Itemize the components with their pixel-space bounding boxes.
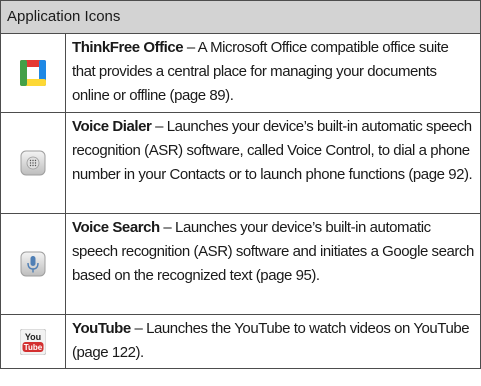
table-row: ThinkFree Office – A Microsoft Office co… xyxy=(1,34,480,113)
youtube-icon-you: You xyxy=(25,332,41,342)
row-description: ThinkFree Office – A Microsoft Office co… xyxy=(66,34,480,112)
app-description: – Launches the YouTube to watch videos o… xyxy=(72,320,470,361)
table-row: Voice Search – Launches your device’s bu… xyxy=(1,214,480,315)
row-description: Voice Search – Launches your device’s bu… xyxy=(66,214,480,314)
icon-cell xyxy=(1,113,66,213)
thinkfree-office-icon xyxy=(20,60,46,86)
icon-cell: You Tube xyxy=(1,315,66,368)
table-row: You Tube YouTube – Launches the YouTube … xyxy=(1,315,480,368)
icon-cell xyxy=(1,34,66,112)
row-description: YouTube – Launches the YouTube to watch … xyxy=(66,315,480,368)
youtube-icon-tube: Tube xyxy=(24,343,43,352)
table-header: Application Icons xyxy=(1,1,480,34)
app-name: Voice Search xyxy=(72,219,160,236)
voice-dialer-icon xyxy=(20,150,46,176)
table-row: Voice Dialer – Launches your device’s bu… xyxy=(1,113,480,214)
app-name: YouTube xyxy=(72,320,131,337)
app-name: Voice Dialer xyxy=(72,118,152,135)
application-icons-table: Application Icons ThinkFree Office – A M… xyxy=(0,0,481,369)
app-name: ThinkFree Office xyxy=(72,39,184,56)
youtube-icon: You Tube xyxy=(20,328,46,355)
icon-cell xyxy=(1,214,66,314)
row-description: Voice Dialer – Launches your device’s bu… xyxy=(66,113,480,213)
voice-search-icon xyxy=(20,251,46,277)
